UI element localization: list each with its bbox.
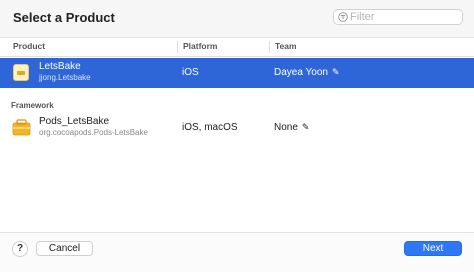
pencil-icon[interactable]: ✎ — [332, 67, 340, 78]
product-platform: iOS — [182, 67, 199, 78]
column-header-team[interactable]: Team — [275, 41, 297, 51]
table-row-letsbake[interactable]: LetsBake jjong.Letsbake iOS Dayea Yoon ✎ — [0, 58, 474, 88]
product-name: LetsBake — [39, 61, 81, 72]
next-button[interactable]: Next — [404, 241, 462, 256]
footer-divider — [0, 232, 474, 233]
dialog-title: Select a Product — [13, 10, 115, 25]
team-cell[interactable]: Dayea Yoon ✎ — [274, 67, 340, 78]
app-target-icon — [13, 64, 29, 81]
product-name: Pods_LetsBake — [39, 116, 110, 127]
column-separator — [269, 41, 270, 53]
filter-icon — [338, 12, 348, 22]
product-table: Product Platform Team LetsBake jjong.Let… — [0, 37, 474, 232]
team-name: None — [274, 122, 298, 133]
header-divider — [0, 56, 474, 57]
product-bundle-id: jjong.Letsbake — [39, 73, 91, 82]
product-platform: iOS, macOS — [182, 122, 238, 133]
product-bundle-id: org.cocoapods.Pods-LetsBake — [39, 128, 148, 137]
team-name: Dayea Yoon — [274, 67, 328, 78]
dialog-header: Select a Product — [0, 0, 474, 37]
column-separator — [177, 41, 178, 53]
column-header-product[interactable]: Product — [13, 41, 45, 51]
filter-field[interactable] — [333, 9, 463, 25]
help-button[interactable]: ? — [12, 241, 28, 257]
framework-icon — [12, 119, 31, 136]
cancel-button[interactable]: Cancel — [36, 241, 93, 256]
select-product-dialog: Select a Product Product Platform Team L… — [0, 0, 474, 272]
table-row-pods-letsbake[interactable]: Pods_LetsBake org.cocoapods.Pods-LetsBak… — [0, 113, 474, 143]
pencil-icon[interactable]: ✎ — [302, 122, 310, 133]
column-header-platform[interactable]: Platform — [183, 41, 217, 51]
section-label-framework: Framework — [11, 101, 54, 110]
team-cell[interactable]: None ✎ — [274, 122, 309, 133]
filter-input[interactable] — [350, 10, 458, 24]
